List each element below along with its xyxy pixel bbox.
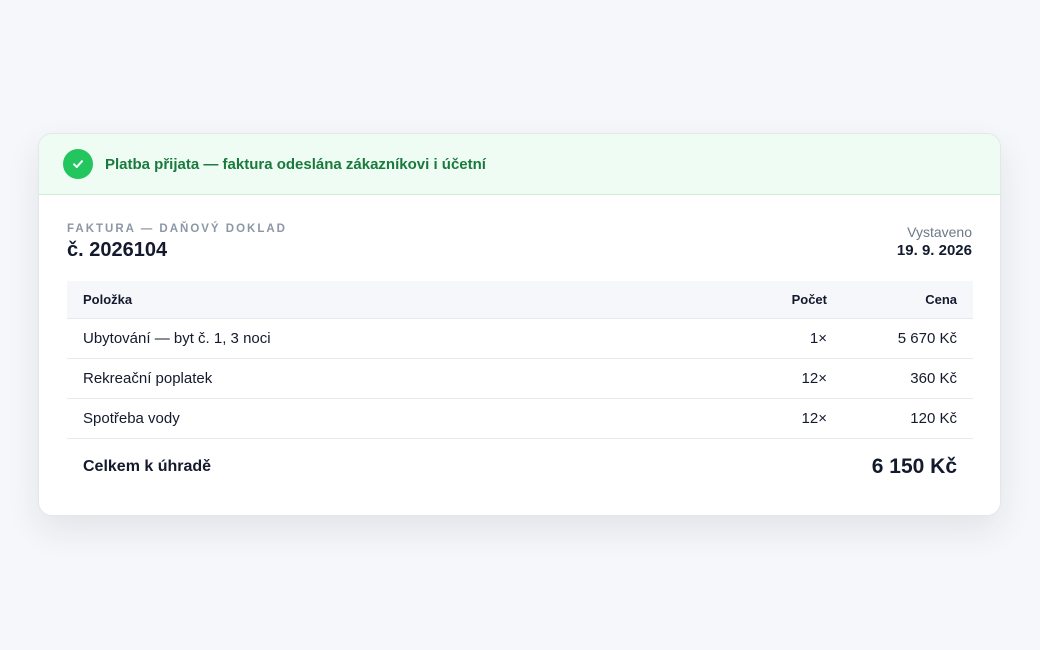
column-header-item: Položka [83,292,133,307]
row-item: Ubytování — byt č. 1, 3 noci [83,330,271,347]
issued-block: Vystaveno 19. 9. 2026 [897,224,972,259]
row-price: 360 Kč [910,370,957,387]
issued-label: Vystaveno [907,224,972,240]
table-header: Položka Počet Cena [67,281,973,319]
invoice-number: č. 2026104 [67,239,168,261]
checkmark-circle-icon [63,149,93,179]
payment-success-banner: Platba přijata — faktura odeslána zákazn… [39,134,1000,195]
invoice-items-table: Položka Počet Cena Ubytování — byt č. 1,… [67,281,973,495]
invoice-card: Platba přijata — faktura odeslána zákazn… [38,133,1001,516]
table-row: Ubytování — byt č. 1, 3 noci 1× 5 670 Kč [67,319,973,359]
row-qty: 1× [809,330,827,347]
total-row: Celkem k úhradě 6 150 Kč [67,439,973,495]
table-row: Rekreační poplatek 12× 360 Kč [67,359,973,399]
row-qty: 12× [801,370,827,387]
row-price: 120 Kč [910,410,957,427]
total-label: Celkem k úhradě [83,458,212,475]
banner-message: Platba přijata — faktura odeslána zákazn… [105,155,486,173]
row-price: 5 670 Kč [897,330,957,347]
column-header-qty: Počet [791,292,827,307]
table-row: Spotřeba vody 12× 120 Kč [67,399,973,439]
issued-date: 19. 9. 2026 [896,242,972,259]
row-item: Spotřeba vody [83,410,180,427]
invoice-header: FAKTURA — DAŇOVÝ DOKLAD č. 2026104 Vysta… [67,221,972,281]
document-type: FAKTURA — DAŇOVÝ DOKLAD [67,223,287,235]
column-header-price: Cena [925,292,957,307]
row-qty: 12× [801,410,827,427]
total-value: 6 150 Kč [871,455,957,478]
row-item: Rekreační poplatek [83,370,213,387]
